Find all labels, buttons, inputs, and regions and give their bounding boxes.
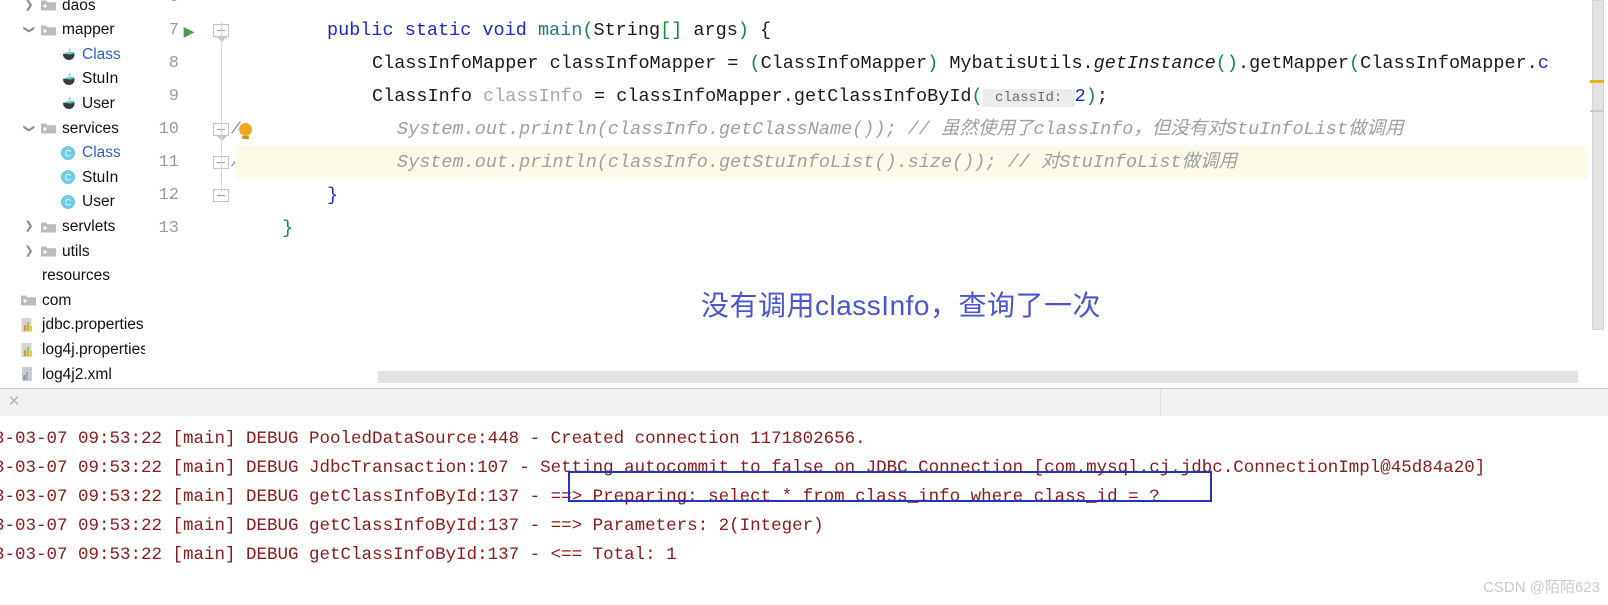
- tree-item-log4j-properties[interactable]: log4j.properties: [0, 337, 145, 362]
- tree-item-label: utils: [62, 242, 90, 260]
- annotation-text: 没有调用classInfo，查询了一次: [701, 290, 1101, 321]
- code-line[interactable]: System.out.println(classInfo.getClassNam…: [397, 113, 1404, 146]
- editor-vertical-scrollbar[interactable]: [1591, 0, 1605, 370]
- console-log-line: 3-03-07 09:53:22 [main] DEBUG PooledData…: [0, 429, 866, 449]
- java-class-icon: [58, 70, 78, 88]
- code-line[interactable]: public static void main(String[] args) {: [327, 14, 771, 47]
- tree-item-label: User: [82, 94, 115, 112]
- gutter-row[interactable]: 13: [145, 212, 235, 245]
- tree-item-resources[interactable]: resources: [0, 264, 145, 289]
- folder-icon: [38, 0, 58, 14]
- console-log-line: 3-03-07 09:53:22 [main] DEBUG getClassIn…: [0, 516, 824, 536]
- tree-item-stuin[interactable]: StuIn: [0, 67, 145, 92]
- editor-horizontal-scrollbar[interactable]: [378, 371, 1578, 383]
- close-icon[interactable]: ✕: [6, 394, 22, 410]
- line-number: 6: [145, 0, 179, 7]
- tree-item-label: com: [42, 291, 72, 309]
- tree-item-label: jdbc.properties: [42, 316, 144, 334]
- folder-icon: [38, 119, 58, 137]
- parameter-hint: classId:: [982, 89, 1075, 107]
- console-output[interactable]: 3-03-07 09:53:22 [main] DEBUG PooledData…: [0, 416, 1608, 605]
- folder-icon: [38, 242, 58, 260]
- tree-item-servlets[interactable]: ❯ servlets: [0, 214, 145, 239]
- xml-icon: [18, 365, 38, 383]
- line-number: 10: [158, 120, 179, 139]
- line-number: 13: [158, 219, 179, 238]
- chevron-down-icon[interactable]: ❯: [20, 24, 38, 35]
- code-line[interactable]: ClassInfo classInfo = classInfoMapper.ge…: [372, 80, 1108, 113]
- tree-item-label: User: [82, 193, 115, 211]
- tree-item-log4j2-xml[interactable]: log4j2.xml: [0, 362, 145, 387]
- line-number: 7: [168, 21, 179, 40]
- code-line[interactable]: }: [327, 179, 338, 212]
- line-number: 8: [168, 54, 179, 73]
- console-toolbar[interactable]: ✕: [0, 389, 1608, 416]
- tree-item-com[interactable]: com: [0, 288, 145, 313]
- project-tree-panel[interactable]: ❯ daos ❯ mapper Class StuIn User ❯ services C Clas…: [0, 0, 145, 388]
- tree-item-user[interactable]: C User: [0, 190, 145, 215]
- tree-item-class[interactable]: C Class: [0, 141, 145, 166]
- tree-item-services[interactable]: ❯ services: [0, 116, 145, 141]
- code-editor[interactable]: 67▶8910/11//1213 public static void main…: [145, 0, 1608, 388]
- chevron-right-icon[interactable]: ❯: [20, 245, 38, 257]
- code-line[interactable]: ClassInfoMapper classInfoMapper = (Class…: [372, 47, 1549, 80]
- run-gutter-icon[interactable]: ▶: [179, 24, 199, 38]
- line-number: 9: [168, 87, 179, 106]
- line-number: 12: [158, 186, 179, 205]
- tree-item-label: servlets: [62, 217, 116, 235]
- sql-highlight-box: [568, 471, 1212, 502]
- properties-icon: [18, 341, 38, 359]
- class-c-icon: C: [58, 144, 78, 162]
- chevron-right-icon[interactable]: ❯: [20, 221, 38, 232]
- chevron-right-icon[interactable]: ❯: [20, 0, 38, 11]
- class-c-icon: C: [58, 193, 78, 211]
- folder-icon: [38, 218, 58, 236]
- scroll-marker-info[interactable]: [1590, 110, 1604, 112]
- tree-item-label: mapper: [62, 21, 115, 39]
- chevron-down-icon[interactable]: ❯: [20, 123, 38, 134]
- tree-item-jdbc-properties[interactable]: jdbc.properties: [0, 313, 145, 338]
- tree-item-label: resources: [42, 267, 111, 285]
- tree-item-class[interactable]: Class: [0, 42, 145, 67]
- tree-item-label: StuIn: [82, 168, 119, 186]
- svg-text:C: C: [65, 148, 72, 158]
- tree-item-utils[interactable]: ❯ utils: [0, 239, 145, 264]
- line-number: 11: [158, 153, 179, 172]
- tree-item-stuin[interactable]: C StuIn: [0, 165, 145, 190]
- svg-text:C: C: [65, 173, 72, 183]
- editor-code-area[interactable]: public static void main(String[] args) {…: [235, 0, 1588, 388]
- svg-text:C: C: [65, 198, 72, 208]
- code-line[interactable]: System.out.println(classInfo.getStuInfoL…: [397, 146, 1237, 179]
- fold-guide-line: [221, 22, 222, 192]
- scrollbar-thumb[interactable]: [1592, 0, 1604, 330]
- code-line[interactable]: }: [282, 212, 293, 245]
- tree-item-label: log4j2.xml: [42, 365, 112, 383]
- tree-item-label: Class: [82, 144, 121, 162]
- tree-item-label: services: [62, 119, 119, 137]
- toolbar-divider: [1160, 389, 1161, 416]
- ide-window: ❯ daos ❯ mapper Class StuIn User ❯ services C Clas…: [0, 0, 1608, 605]
- tree-item-label: StuIn: [82, 70, 119, 88]
- folder-icon: [38, 21, 58, 39]
- tree-item-daos[interactable]: ❯ daos: [0, 0, 145, 18]
- folder-icon: [18, 291, 38, 309]
- tree-item-label: Class: [82, 45, 121, 63]
- java-class-icon: [58, 95, 78, 113]
- class-c-icon: C: [58, 168, 78, 186]
- tree-item-mapper[interactable]: ❯ mapper: [0, 18, 145, 43]
- java-class-icon: [58, 45, 78, 63]
- scroll-marker-warning[interactable]: [1590, 80, 1604, 83]
- tree-item-label: log4j.properties: [42, 340, 145, 358]
- console-log-line: 3-03-07 09:53:22 [main] DEBUG getClassIn…: [0, 545, 677, 565]
- watermark: CSDN @陌陌623: [1483, 579, 1600, 596]
- properties-icon: [18, 316, 38, 334]
- tree-item-label: daos: [62, 0, 96, 14]
- tree-item-user[interactable]: User: [0, 91, 145, 116]
